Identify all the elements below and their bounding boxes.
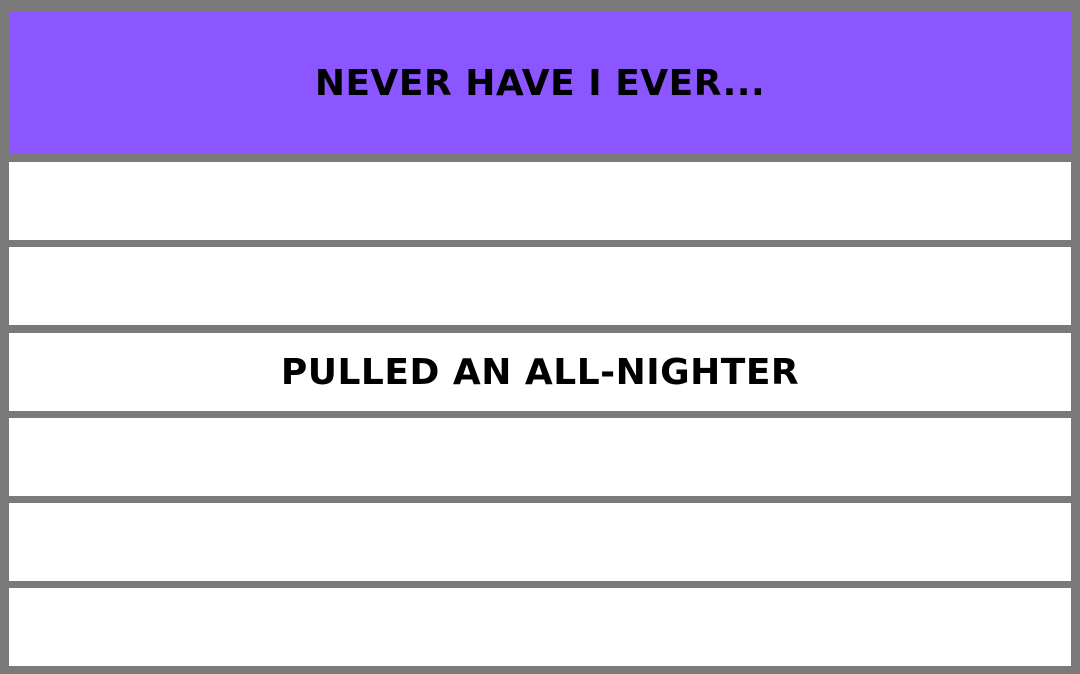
answer-row-5: [9, 503, 1071, 581]
title-banner: NEVER HAVE I EVER...: [9, 12, 1071, 154]
answer-row-4: [9, 418, 1071, 496]
card-title: NEVER HAVE I EVER...: [314, 62, 766, 104]
answer-row-6: [9, 588, 1071, 666]
answer-row-2: [9, 247, 1071, 325]
never-have-i-ever-card: NEVER HAVE I EVER... PULLED AN ALL-NIGHT…: [0, 0, 1080, 674]
answer-row-3: PULLED AN ALL-NIGHTER: [9, 333, 1071, 411]
answer-row-text: PULLED AN ALL-NIGHTER: [280, 351, 800, 393]
answer-row-1: [9, 162, 1071, 240]
